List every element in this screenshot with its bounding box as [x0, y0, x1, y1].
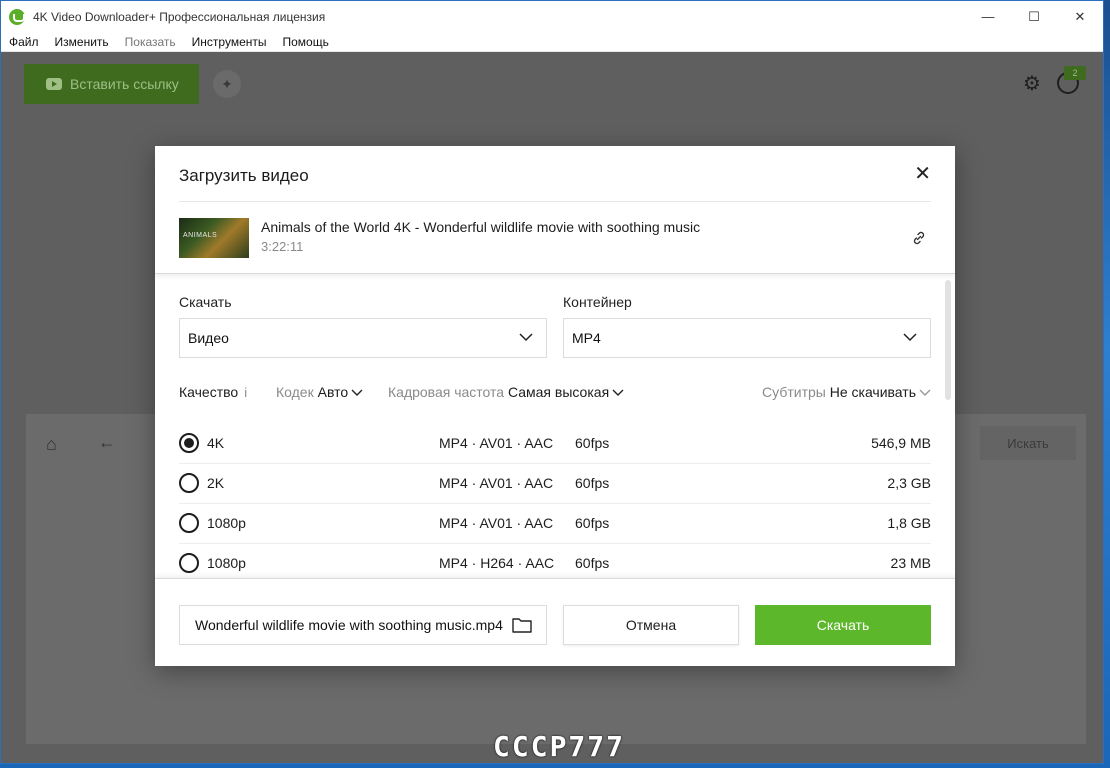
- account-badge: 2: [1064, 66, 1086, 80]
- quality-option-4k[interactable]: 4K MP4 · AV01 · AAC 60fps 546,9 MB: [179, 424, 931, 464]
- quality-label: 4K: [207, 435, 225, 451]
- filename-field[interactable]: Wonderful wildlife movie with soothing m…: [179, 605, 547, 645]
- subtitles-filter[interactable]: Субтитры Не скачивать: [762, 384, 931, 400]
- framerate-value: Самая высокая: [507, 384, 610, 400]
- chevron-down-icon: [612, 389, 624, 396]
- quality-option-1080p-h264[interactable]: 1080p MP4 · H264 · AAC 60fps 23 MB: [179, 544, 931, 578]
- close-window-button[interactable]: ✕: [1057, 1, 1103, 32]
- download-type-value: Видео: [188, 330, 229, 346]
- codec-filter[interactable]: Кодек Авто: [276, 384, 363, 400]
- video-title: Animals of the World 4K - Wonderful wild…: [261, 219, 701, 235]
- video-info: ANIMALS Animals of the World 4K - Wonder…: [155, 204, 955, 274]
- quality-fps: 60fps: [575, 555, 610, 571]
- menu-edit[interactable]: Изменить: [55, 35, 109, 49]
- menu-view: Показать: [124, 34, 176, 49]
- quality-label: 1080p: [207, 555, 246, 571]
- watermark-text: СССР777: [493, 730, 626, 763]
- maximize-button[interactable]: ☐: [1011, 1, 1057, 32]
- radio-button[interactable]: [179, 553, 199, 573]
- framerate-label: Кадровая частота: [388, 384, 505, 400]
- subtitles-label: Субтитры: [762, 384, 826, 400]
- quality-format: MP4 · AV01 · AAC: [439, 515, 554, 531]
- back-arrow-icon[interactable]: ←: [98, 432, 116, 453]
- gear-icon[interactable]: ⚙: [1021, 72, 1043, 95]
- info-icon[interactable]: i: [244, 385, 247, 400]
- quality-format: MP4 · H264 · AAC: [439, 555, 555, 571]
- quality-option-2k[interactable]: 2K MP4 · AV01 · AAC 60fps 2,3 GB: [179, 464, 931, 504]
- options-scrollbar[interactable]: [945, 280, 951, 400]
- download-type-label: Скачать: [179, 294, 232, 310]
- close-icon[interactable]: ✕: [914, 164, 931, 184]
- window-title: 4K Video Downloader+ Профессиональная ли…: [33, 9, 326, 24]
- menu-file[interactable]: Файл: [9, 35, 39, 49]
- quality-list: 4K MP4 · AV01 · AAC 60fps 546,9 MB 2K MP…: [179, 424, 931, 578]
- link-icon[interactable]: [911, 230, 927, 246]
- menu-help[interactable]: Помощь: [283, 35, 329, 49]
- paste-link-button[interactable]: Вставить ссылку: [24, 64, 199, 104]
- filename-value: Wonderful wildlife movie with soothing m…: [195, 617, 503, 633]
- window-controls: — ☐ ✕: [965, 1, 1103, 32]
- video-thumbnail: ANIMALS: [179, 218, 249, 258]
- thumbnail-text: ANIMALS: [183, 232, 218, 239]
- smart-mode-icon[interactable]: ✦: [213, 70, 241, 98]
- youtube-icon: [46, 78, 62, 90]
- quality-size: 546,9 MB: [871, 435, 931, 451]
- radio-button[interactable]: [179, 513, 199, 533]
- paste-link-label: Вставить ссылку: [70, 76, 179, 92]
- codec-value: Авто: [317, 384, 349, 400]
- chevron-down-icon: [919, 389, 931, 396]
- download-dialog: Загрузить видео ✕ ANIMALS Animals of the…: [155, 146, 955, 666]
- dialog-title: Загрузить видео: [179, 166, 309, 185]
- container-label: Контейнер: [563, 294, 632, 310]
- quality-fps: 60fps: [575, 435, 610, 451]
- cancel-button[interactable]: Отмена: [563, 605, 739, 645]
- chevron-down-icon: [519, 333, 533, 342]
- header-divider: [179, 201, 931, 202]
- quality-fps: 60fps: [575, 475, 610, 491]
- quality-size: 23 MB: [890, 555, 931, 571]
- subtitles-value: Не скачивать: [829, 384, 916, 400]
- title-bar: 4K Video Downloader+ Профессиональная ли…: [1, 1, 1103, 32]
- dialog-header: Загрузить видео ✕: [155, 146, 955, 204]
- quality-option-1080p-av01[interactable]: 1080p MP4 · AV01 · AAC 60fps 1,8 GB: [179, 504, 931, 544]
- quality-format: MP4 · AV01 · AAC: [439, 475, 554, 491]
- radio-button-selected[interactable]: [179, 433, 199, 453]
- dialog-footer: Wonderful wildlife movie with soothing m…: [155, 578, 955, 666]
- video-duration: 3:22:11: [261, 239, 304, 254]
- quality-label: 1080p: [207, 515, 246, 531]
- container-select[interactable]: MP4: [563, 318, 931, 358]
- quality-label: 2K: [207, 475, 225, 491]
- search-button[interactable]: Искать: [980, 426, 1076, 460]
- download-type-select[interactable]: Видео: [179, 318, 547, 358]
- menu-bar: Файл Изменить Показать Инструменты Помощ…: [1, 32, 1103, 52]
- minimize-button[interactable]: —: [965, 1, 1011, 32]
- chevron-down-icon: [351, 389, 363, 396]
- download-button[interactable]: Скачать: [755, 605, 931, 645]
- quality-format: MP4 · AV01 · AAC: [439, 435, 554, 451]
- codec-label: Кодек: [276, 384, 314, 400]
- quality-size: 2,3 GB: [887, 475, 931, 491]
- quality-fps: 60fps: [575, 515, 610, 531]
- home-icon[interactable]: ⌂: [46, 434, 57, 455]
- menu-tools[interactable]: Инструменты: [192, 35, 267, 49]
- quality-label: Качество: [179, 384, 239, 400]
- framerate-filter[interactable]: Кадровая частота Самая высокая: [388, 384, 624, 400]
- filter-row: Качество i Кодек Авто Кадровая частота Са…: [179, 384, 931, 404]
- folder-icon[interactable]: [512, 617, 532, 633]
- chevron-down-icon: [903, 333, 917, 342]
- quality-filter: Качество i: [179, 384, 247, 400]
- container-value: MP4: [572, 330, 601, 346]
- radio-button[interactable]: [179, 473, 199, 493]
- quality-size: 1,8 GB: [887, 515, 931, 531]
- app-logo-icon: [9, 8, 25, 25]
- options-panel: Скачать Видео Контейнер MP4 Качество i Ко…: [155, 274, 955, 578]
